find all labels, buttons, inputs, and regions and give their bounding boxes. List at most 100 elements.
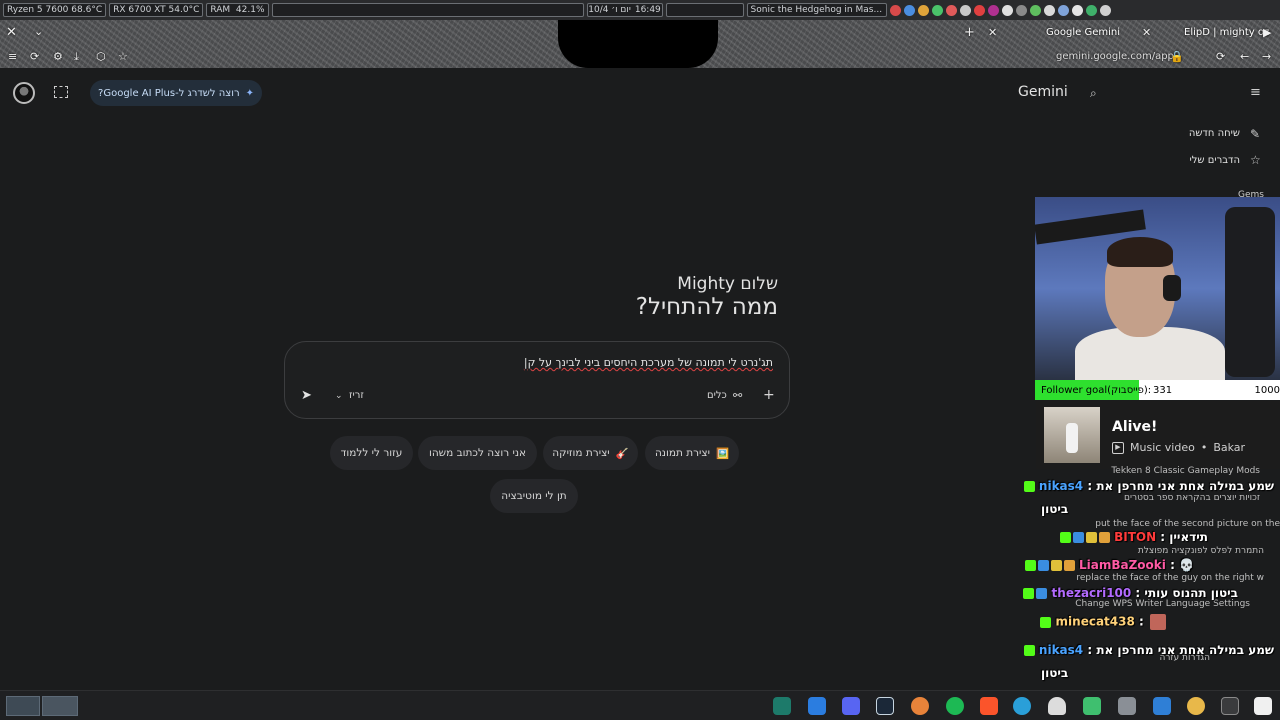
tray-icon[interactable] [1085, 4, 1097, 16]
upgrade-button[interactable]: רוצה לשדרג ל-Google AI Plus? ✦ [90, 80, 262, 106]
discord-icon[interactable] [842, 697, 860, 715]
tray-icon[interactable] [889, 4, 901, 16]
music-title: Alive! [1112, 419, 1158, 435]
music-type: Music video [1130, 441, 1195, 454]
chat-message: : minecat438 [1038, 614, 1166, 630]
settings-icon[interactable]: ⚙ [53, 50, 63, 63]
sidebar-item-my-stuff[interactable]: הדברים שלי [1190, 155, 1240, 166]
greeting-question: ממה להתחיל? [635, 294, 778, 320]
tray-icon[interactable] [1015, 4, 1027, 16]
shield-badge-icon [1037, 560, 1049, 571]
tray-icon[interactable] [1043, 4, 1055, 16]
cpu-name: Ryzen 5 7600 [7, 5, 69, 15]
close-tab-icon[interactable]: ✕ [988, 26, 997, 39]
play-box-icon: ▶ [1112, 441, 1124, 454]
app-icon[interactable] [1254, 697, 1272, 715]
forward-icon[interactable]: → [1262, 50, 1271, 63]
lock-icon[interactable]: 🔒 [1170, 50, 1184, 63]
spotify-icon[interactable] [946, 697, 964, 715]
new-tab-icon[interactable]: + [964, 25, 975, 40]
chip-create-image[interactable]: 🖼️ יצירת תמונה [645, 436, 739, 470]
ghost-line: התמרת לפלס לפונקציה מפוצלת [1137, 546, 1264, 556]
prompt-input-box[interactable]: תג'נרט לי תמונה של מערכת היחסים ביני לבי… [284, 341, 790, 419]
window-switcher-icon[interactable] [1221, 697, 1239, 715]
chat-message: תידאיין : BITON [1058, 530, 1208, 544]
screenshot-icon[interactable] [54, 86, 68, 98]
tray-icon[interactable] [959, 4, 971, 16]
tray-icon[interactable] [1001, 4, 1013, 16]
play-icon[interactable]: ▶ [1263, 26, 1271, 39]
steam-icon[interactable] [876, 697, 894, 715]
bookmark-star-icon[interactable]: ☆ [118, 50, 128, 63]
tray-icon[interactable] [1029, 4, 1041, 16]
chevron-down-icon[interactable]: ⌄ [335, 391, 343, 401]
person-hair [1107, 237, 1173, 267]
layers-app-icon[interactable] [1083, 697, 1101, 715]
sidebar-item-new-chat[interactable]: שיחה חדשה [1189, 128, 1240, 139]
now-playing-widget: Alive! ▶ Music video • Bakar [1036, 401, 1280, 469]
tray-icon[interactable] [945, 4, 957, 16]
tray-icon[interactable] [1057, 4, 1069, 16]
tray-icon[interactable] [1071, 4, 1083, 16]
tray-icon[interactable] [903, 4, 915, 16]
chat-message: שמע במילה אחת אני מחרפן את : nikas4 [1022, 479, 1274, 493]
chat-text: שמע במילה אחת אני מחרפן את [1096, 479, 1274, 493]
close-tab-icon[interactable]: ✕ [1142, 26, 1151, 39]
windows-app-icon[interactable] [808, 697, 826, 715]
app-icon[interactable] [1048, 697, 1066, 715]
prompt-input[interactable]: תג'נרט לי תמונה של מערכת היחסים ביני לבי… [524, 356, 773, 369]
tray-icon[interactable] [987, 4, 999, 16]
minimize-icon[interactable]: ⌄ [34, 25, 43, 38]
ghost-line: Tekken 8 Classic Gameplay Mods [1111, 466, 1260, 476]
workspace-thumbnail[interactable] [42, 696, 78, 716]
window-title-box[interactable] [271, 3, 584, 17]
clock[interactable]: יום ו׳ 10/4 16:49 [586, 3, 663, 17]
refresh-icon[interactable]: ⟳ [30, 50, 39, 63]
image-icon: 🖼️ [716, 447, 730, 460]
gpu-indicator: RX 6700 XT 54.0°C [109, 3, 204, 17]
avatar[interactable] [13, 82, 35, 104]
browser-active-icon[interactable] [1013, 697, 1031, 715]
other-tab-title[interactable]: ElipD | mighty oz [1184, 27, 1269, 38]
chat-message: שמע במילה אחת אני מחרפן את : nikas4 [1022, 643, 1274, 657]
firefox-icon[interactable] [911, 697, 929, 715]
search-icon[interactable]: ⌕ [1090, 86, 1097, 101]
chip-help-learn[interactable]: עזור לי ללמוד [330, 436, 413, 470]
chip-create-music[interactable]: 🎸 יצירת מוזיקה [543, 436, 638, 470]
tray-icon[interactable] [917, 4, 929, 16]
active-tab-title[interactable]: Google Gemini [1046, 27, 1120, 38]
close-window-icon[interactable]: ✕ [6, 25, 17, 40]
chat-username: nikas4 [1038, 643, 1084, 657]
sword-badge-icon [1036, 588, 1048, 599]
extension-icon[interactable]: ⬡ [96, 50, 106, 63]
tray-icon[interactable] [931, 4, 943, 16]
skull-icon: 💀 [1179, 558, 1194, 572]
kick-badge-icon [1023, 588, 1035, 599]
hamburger-menu-icon[interactable]: ≡ [1250, 85, 1261, 100]
reload-icon[interactable]: ⟳ [1216, 50, 1225, 63]
workspace-thumbnail[interactable] [6, 696, 40, 716]
media-player[interactable]: Sonic the Hedgehog in Mas... [746, 3, 887, 17]
back-icon[interactable]: ← [1240, 50, 1249, 63]
files-icon[interactable] [1118, 697, 1136, 715]
chip-label: עזור לי ללמוד [340, 447, 403, 459]
menu-icon[interactable]: ≡ [8, 50, 17, 63]
model-selector[interactable]: זריז [349, 390, 364, 401]
tray-icon[interactable] [973, 4, 985, 16]
chip-write-something[interactable]: אני רוצה לכתוב משהו [418, 436, 537, 470]
address-bar[interactable]: gemini.google.com/app [1056, 51, 1174, 62]
store-icon[interactable] [1153, 697, 1171, 715]
brave-icon[interactable] [980, 697, 998, 715]
chat-message-continued: ביטון [1041, 502, 1069, 516]
tools-button[interactable]: כלים [707, 390, 727, 401]
chip-label: יצירת מוזיקה [552, 447, 610, 459]
tray-icon[interactable] [1099, 4, 1111, 16]
app-icon[interactable] [1187, 697, 1205, 715]
follower-goal-label: Follower goal(פייסבוק): [1041, 384, 1152, 396]
add-icon[interactable]: + [763, 387, 775, 403]
send-icon[interactable]: ➤ [301, 388, 312, 403]
download-icon[interactable]: ⤓ [74, 50, 79, 64]
chip-motivation[interactable]: תן לי מוטיבציה [490, 479, 578, 513]
terminal-app-icon[interactable] [773, 697, 791, 715]
chat-message: 💀 : LiamBaZooki [1023, 558, 1194, 572]
